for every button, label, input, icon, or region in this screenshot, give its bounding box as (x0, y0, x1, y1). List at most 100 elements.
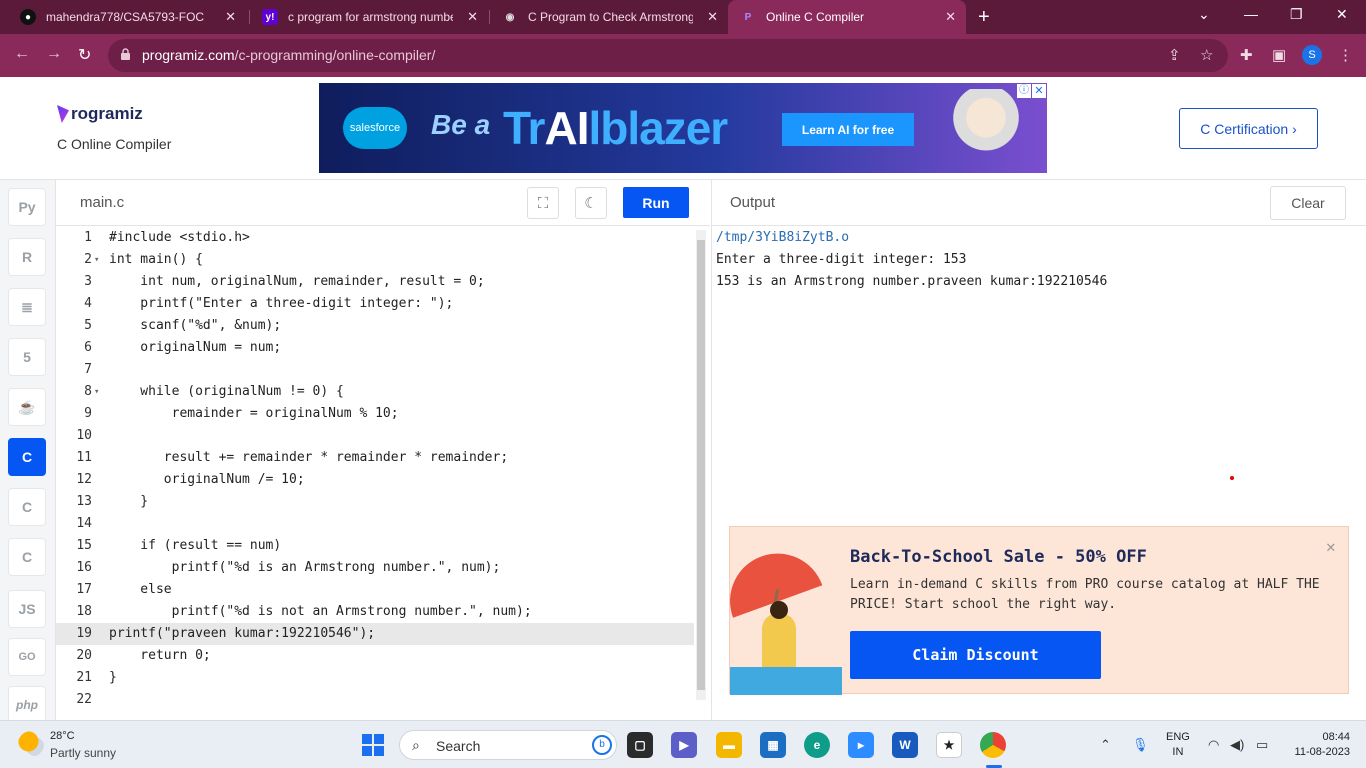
sql-database-icon[interactable]: ≣ (8, 288, 46, 326)
code-line[interactable]: 9 remainder = originalNum % 10; (56, 403, 694, 425)
code-line[interactable]: 5 scanf("%d", &num); (56, 315, 694, 337)
weather-partly-sunny-icon[interactable] (18, 731, 44, 757)
c-certification-button[interactable]: C Certification › (1179, 108, 1318, 149)
code-line[interactable]: 14 (56, 513, 694, 535)
editor-scrollbar-thumb[interactable] (697, 240, 705, 690)
minimize-button[interactable]: — (1244, 6, 1258, 22)
output-line: 153 is an Armstrong number.praveen kumar… (716, 274, 1108, 289)
word-icon[interactable]: W (892, 732, 918, 758)
code-line[interactable]: 10 (56, 425, 694, 447)
bing-icon[interactable]: b (592, 735, 612, 755)
code-line[interactable]: 22 (56, 689, 694, 711)
code-line[interactable]: 11 result += remainder * remainder * rem… (56, 447, 694, 469)
c-language-icon[interactable]: C (8, 438, 46, 476)
python-icon[interactable]: Py (8, 188, 46, 226)
code-line[interactable]: 17 else (56, 579, 694, 601)
output-console[interactable]: /tmp/3YiB8iZytB.o Enter a three-digit in… (711, 226, 1366, 720)
ad-close-icon[interactable]: ✕ (1032, 84, 1046, 98)
ad-cta-button[interactable]: Learn AI for free (782, 113, 914, 146)
forward-arrow-icon[interactable]: → (46, 45, 62, 63)
show-hidden-icons-chevron-icon[interactable]: ⌃ (1100, 737, 1111, 753)
zoom-icon[interactable]: ▸ (848, 732, 874, 758)
run-button[interactable]: Run (623, 187, 689, 218)
game-app-icon[interactable]: ★ (936, 732, 962, 758)
windows-start-icon[interactable] (362, 734, 384, 756)
browser-tab-github[interactable]: ● mahendra778/CSA5793-FOC ✕ (8, 0, 246, 34)
code-text: originalNum = num; (109, 340, 282, 355)
dark-mode-moon-icon[interactable]: ☾ (575, 187, 607, 219)
task-view-icon[interactable]: ▢ (627, 732, 653, 758)
code-line[interactable]: 21} (56, 667, 694, 689)
address-bar[interactable]: programiz.com/c-programming/online-compi… (108, 39, 1228, 72)
promo-close-icon[interactable]: ✕ (1326, 537, 1336, 556)
battery-icon[interactable]: ▭ (1256, 737, 1268, 753)
code-line[interactable]: 6 originalNum = num; (56, 337, 694, 359)
side-panel-icon[interactable]: ▣ (1272, 46, 1286, 64)
code-line[interactable]: 1 #include <stdio.h> (56, 227, 694, 249)
r-language-icon[interactable]: R (8, 238, 46, 276)
code-line[interactable]: 2 ▾ int main() { (56, 249, 694, 271)
salesforce-logo: salesforce (343, 107, 407, 149)
code-line[interactable]: 19 printf("praveen kumar:192210546"); (56, 623, 694, 645)
system-clock[interactable]: 08:44 11-08-2023 (1288, 730, 1350, 760)
csharp-icon[interactable]: C (8, 538, 46, 576)
go-icon[interactable]: GO (8, 638, 46, 676)
claim-discount-button[interactable]: Claim Discount (850, 631, 1101, 679)
javascript-icon[interactable]: JS (8, 590, 46, 628)
clear-button[interactable]: Clear (1270, 186, 1346, 220)
browser-tab-online-c-compiler[interactable]: P Online C Compiler ✕ (728, 0, 966, 34)
chrome-icon[interactable] (980, 732, 1006, 758)
close-window-button[interactable]: ✕ (1336, 6, 1348, 23)
microphone-icon[interactable]: 🎙 (1132, 737, 1149, 753)
editor-scrollbar[interactable] (696, 230, 706, 700)
cpp-icon[interactable]: C (8, 488, 46, 526)
back-arrow-icon[interactable]: ← (14, 45, 30, 63)
extensions-puzzle-icon[interactable]: ✚ (1240, 46, 1253, 64)
browser-tab-yahoo[interactable]: y! c program for armstrong numbe ✕ (250, 0, 488, 34)
code-line[interactable]: 4 printf("Enter a three-digit integer: "… (56, 293, 694, 315)
profile-avatar[interactable]: S (1302, 45, 1322, 65)
menu-kebab-icon[interactable]: ⋮ (1338, 46, 1353, 64)
close-icon[interactable]: ✕ (467, 9, 478, 25)
fullscreen-icon[interactable]: ⛶ (527, 187, 559, 219)
code-line[interactable]: 12 originalNum /= 10; (56, 469, 694, 491)
new-tab-button[interactable]: + (978, 6, 990, 29)
file-explorer-icon[interactable]: ▬ (716, 732, 742, 758)
code-line[interactable]: 3 int num, originalNum, remainder, resul… (56, 271, 694, 293)
programiz-logo[interactable]: rogramiz (57, 104, 143, 124)
code-line[interactable]: 8 ▾ while (originalNum != 0) { (56, 381, 694, 403)
fold-chevron-icon[interactable]: ▾ (94, 249, 99, 271)
code-line[interactable]: 16 printf("%d is an Armstrong number.", … (56, 557, 694, 579)
tab-search-chevron-icon[interactable]: ⌄ (1198, 6, 1210, 23)
code-line[interactable]: 15 if (result == num) (56, 535, 694, 557)
line-number: 3 (84, 274, 92, 289)
file-tab-main-c[interactable]: main.c (80, 194, 124, 211)
restore-button[interactable]: ❐ (1290, 6, 1303, 23)
code-editor[interactable]: 1 #include <stdio.h> 2 ▾ int main() {3 int n… (56, 226, 710, 720)
html5-icon[interactable]: 5 (8, 338, 46, 376)
close-icon[interactable]: ✕ (707, 9, 718, 25)
microsoft-store-icon[interactable]: ▦ (760, 732, 786, 758)
reload-icon[interactable]: ↻ (78, 45, 91, 65)
salesforce-ad-banner[interactable]: salesforce Be a TrAIlblazer Learn AI for… (319, 83, 1047, 173)
share-icon[interactable]: ⇪ (1168, 46, 1181, 64)
browser-tab-armstrong[interactable]: ◉ C Program to Check Armstrong N ✕ (490, 0, 728, 34)
code-line[interactable]: 7 (56, 359, 694, 381)
php-icon[interactable]: php (8, 686, 46, 724)
java-icon[interactable]: ☕ (8, 388, 46, 426)
teams-chat-icon[interactable]: ▶ (671, 732, 697, 758)
edge-browser-icon[interactable]: e (804, 732, 830, 758)
taskbar-search-box[interactable]: ⌕ Search b (399, 730, 617, 760)
ad-info-icon[interactable]: ⓘ (1017, 84, 1031, 98)
code-line[interactable]: 13 } (56, 491, 694, 513)
close-icon[interactable]: ✕ (945, 9, 956, 25)
code-line[interactable]: 18 printf("%d is not an Armstrong number… (56, 601, 694, 623)
volume-icon[interactable]: ◀) (1230, 737, 1244, 753)
code-line[interactable]: 20 return 0; (56, 645, 694, 667)
fold-chevron-icon[interactable]: ▾ (94, 381, 99, 403)
bookmark-star-icon[interactable]: ☆ (1200, 46, 1213, 64)
input-language-indicator[interactable]: ENG IN (1166, 730, 1190, 760)
close-icon[interactable]: ✕ (225, 9, 236, 25)
wifi-icon[interactable]: ◠ (1208, 737, 1219, 753)
code-text: int num, originalNum, remainder, result … (109, 274, 485, 289)
